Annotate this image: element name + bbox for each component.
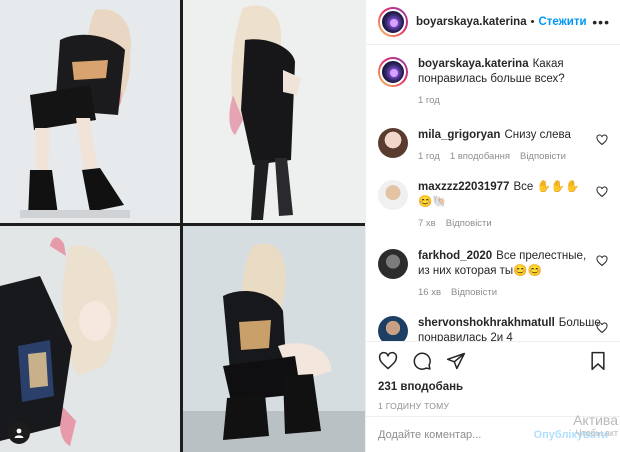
comment-body: farkhod_2020 Все прелестные, из них котор… bbox=[418, 249, 610, 298]
comment-item: shervonshokhrakhmatull Больше понравилась… bbox=[378, 316, 610, 341]
add-comment-bar: Опублікувати bbox=[366, 416, 620, 452]
comment-username[interactable]: maxzzz22031977 bbox=[418, 181, 509, 193]
caption-meta: 1 год bbox=[418, 95, 592, 106]
comments-list[interactable]: boyarskaya.katerina Какая понравилась бол… bbox=[366, 45, 620, 341]
post-timestamp[interactable]: 1 ГОДИНУ ТОМУ bbox=[378, 401, 608, 411]
comment-item: mila_grigoryan Снизу слева 1 год 1 вподоб… bbox=[378, 128, 610, 162]
comment-meta: 16 хв Відповісти bbox=[418, 287, 592, 298]
comment-time: 7 хв bbox=[418, 218, 436, 229]
bookmark-icon[interactable] bbox=[588, 351, 608, 371]
comment-body: mila_grigoryan Снизу слева 1 год 1 вподоб… bbox=[418, 128, 610, 162]
user-tag-icon[interactable] bbox=[8, 422, 30, 444]
follow-button[interactable]: Стежити bbox=[538, 16, 586, 28]
comment-username[interactable]: mila_grigoryan bbox=[418, 129, 500, 141]
commenter-avatar[interactable] bbox=[378, 316, 408, 341]
comment-body: maxzzz22031977 Все ✋✋✋😊🐚 7 хв Відповісти bbox=[418, 180, 610, 229]
comment-text-line: shervonshokhrakhmatull Больше понравилась… bbox=[418, 316, 601, 341]
comment-likes[interactable]: 1 вподобання bbox=[450, 151, 510, 162]
comment-username[interactable]: shervonshokhrakhmatull bbox=[418, 317, 555, 329]
caption-avatar-image bbox=[380, 59, 406, 85]
comment-time: 1 год bbox=[418, 151, 440, 162]
more-options-icon[interactable]: ••• bbox=[592, 14, 610, 30]
comment-text-line: maxzzz22031977 Все ✋✋✋😊🐚 bbox=[418, 180, 592, 210]
comment-text-line: farkhod_2020 Все прелестные, из них котор… bbox=[418, 249, 592, 279]
comment-text-line: mila_grigoryan Снизу слева bbox=[418, 128, 592, 143]
comment-item: maxzzz22031977 Все ✋✋✋😊🐚 7 хв Відповісти bbox=[378, 180, 610, 229]
author-username[interactable]: boyarskaya.katerina bbox=[416, 16, 527, 28]
separator-dot: • bbox=[530, 16, 535, 28]
reply-button[interactable]: Відповісти bbox=[446, 218, 492, 229]
heart-icon[interactable] bbox=[378, 351, 398, 371]
caption-text-line: boyarskaya.katerina Какая понравилась бол… bbox=[418, 57, 592, 87]
comment-meta: 7 хв Відповісти bbox=[418, 218, 592, 229]
caption: boyarskaya.katerina Какая понравилась бол… bbox=[378, 57, 610, 106]
post-comment-button[interactable]: Опублікувати bbox=[534, 429, 608, 441]
comment-username[interactable]: farkhod_2020 bbox=[418, 250, 492, 262]
caption-username[interactable]: boyarskaya.katerina bbox=[418, 58, 529, 70]
post-actions: 231 вподобань 1 ГОДИНУ ТОМУ bbox=[366, 341, 620, 411]
reply-button[interactable]: Відповісти bbox=[520, 151, 566, 162]
comment-heart-icon[interactable] bbox=[596, 134, 608, 146]
caption-body: boyarskaya.katerina Какая понравилась бол… bbox=[418, 57, 610, 106]
author-avatar[interactable] bbox=[378, 7, 408, 37]
photo-bottom-left bbox=[0, 226, 180, 452]
post-header: boyarskaya.katerina • Стежити ••• bbox=[366, 0, 620, 45]
comment-body: shervonshokhrakhmatull Больше понравилась… bbox=[418, 316, 619, 341]
caption-avatar[interactable] bbox=[378, 57, 408, 87]
post-image[interactable] bbox=[0, 0, 365, 452]
comment-time: 16 хв bbox=[418, 287, 442, 298]
person-icon bbox=[14, 428, 24, 438]
comment-heart-icon[interactable] bbox=[596, 322, 608, 334]
photo-top-left bbox=[0, 0, 180, 223]
comment-heart-icon[interactable] bbox=[596, 186, 608, 198]
caption-time: 1 год bbox=[418, 95, 440, 106]
comment-text: Снизу слева bbox=[504, 129, 571, 141]
action-icons bbox=[378, 350, 608, 372]
comment-input[interactable] bbox=[378, 428, 534, 441]
post-sidebar: boyarskaya.katerina • Стежити ••• boyars… bbox=[365, 0, 620, 452]
comment-item: farkhod_2020 Все прелестные, из них котор… bbox=[378, 249, 610, 298]
comment-icon[interactable] bbox=[412, 351, 432, 371]
photo-bottom-right bbox=[183, 226, 365, 452]
reply-button[interactable]: Відповісти bbox=[451, 287, 497, 298]
comment-heart-icon[interactable] bbox=[596, 255, 608, 267]
commenter-avatar[interactable] bbox=[378, 180, 408, 210]
commenter-avatar[interactable] bbox=[378, 249, 408, 279]
likes-count[interactable]: 231 вподобань bbox=[378, 381, 608, 393]
comment-meta: 1 год 1 вподобання Відповісти bbox=[418, 151, 592, 162]
share-icon[interactable] bbox=[446, 351, 466, 371]
commenter-avatar[interactable] bbox=[378, 128, 408, 158]
photo-top-right bbox=[183, 0, 365, 223]
author-avatar-image bbox=[380, 9, 406, 35]
